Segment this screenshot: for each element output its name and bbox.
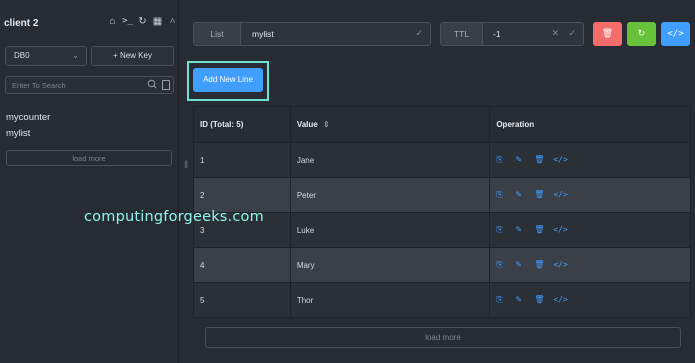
edit-icon[interactable]: ✎ — [515, 225, 525, 235]
row-operations: ⎘ ✎ 🗑 </> — [496, 260, 690, 270]
code-icon[interactable]: </> — [553, 260, 567, 270]
search-icon[interactable] — [147, 79, 157, 89]
key-name-input[interactable]: mylist — [252, 29, 274, 39]
db-select[interactable]: DB0 ⌄ — [5, 46, 87, 66]
delete-icon[interactable]: 🗑 — [534, 225, 544, 235]
search-input[interactable]: Enter To Search — [5, 76, 174, 94]
row-operations: ⎘ ✎ 🗑 </> — [496, 155, 690, 165]
row-operations: ⎘ ✎ 🗑 </> — [496, 295, 690, 305]
row-id: 5 — [193, 282, 291, 318]
code-icon: </> — [667, 29, 684, 39]
row-id: 4 — [193, 247, 291, 283]
table-row: 3 Luke ⎘ ✎ 🗑 </> — [193, 212, 691, 248]
watermark: computingforgeeks.com — [84, 209, 264, 225]
ttl-label: TTL — [441, 23, 483, 45]
row-value: Peter — [289, 177, 491, 213]
exact-match-checkbox[interactable] — [162, 80, 170, 90]
row-value: Luke — [289, 212, 491, 248]
edit-icon[interactable]: ✎ — [515, 190, 525, 200]
confirm-rename-icon[interactable]: ✓ — [415, 28, 423, 39]
chevron-up-icon[interactable]: ˄ — [167, 16, 178, 27]
row-id: 2 — [193, 177, 291, 213]
home-icon[interactable]: ⌂ — [107, 16, 118, 27]
refresh-key-button[interactable]: ↻ — [627, 22, 656, 46]
table-row: 2 Peter ⎘ ✎ 🗑 </> — [193, 177, 691, 213]
key-type-label: List — [194, 23, 241, 45]
confirm-ttl-icon[interactable]: ✓ — [568, 28, 576, 39]
code-icon[interactable]: </> — [553, 190, 567, 200]
delete-icon[interactable]: 🗑 — [534, 190, 544, 200]
edit-icon[interactable]: ✎ — [515, 155, 525, 165]
column-header-id: ID (Total: 5) — [193, 106, 291, 143]
resize-handle[interactable]: ‖ — [184, 160, 188, 176]
trash-icon: 🗑 — [601, 28, 614, 38]
grid-icon[interactable]: ▦ — [152, 16, 163, 27]
delete-icon[interactable]: 🗑 — [534, 155, 544, 165]
copy-icon[interactable]: ⎘ — [496, 190, 506, 200]
column-header-operation: Operation — [489, 106, 691, 143]
add-new-line-highlight: Add New Line — [187, 61, 269, 101]
copy-icon[interactable]: ⎘ — [496, 155, 506, 165]
dump-command-button[interactable]: </> — [661, 22, 690, 46]
delete-icon[interactable]: 🗑 — [534, 260, 544, 270]
sort-icon[interactable]: ⇕ — [323, 120, 330, 129]
connection-name[interactable]: client 2 — [4, 18, 38, 29]
search-placeholder: Enter To Search — [12, 81, 66, 90]
table-row: 1 Jane ⎘ ✎ 🗑 </> — [193, 142, 691, 178]
terminal-icon[interactable]: >_ — [122, 16, 133, 27]
copy-icon[interactable]: ⎘ — [496, 225, 506, 235]
row-value: Thor — [289, 282, 491, 318]
chevron-down-icon: ⌄ — [72, 51, 79, 60]
key-name-field: List mylist ✓ — [193, 22, 431, 46]
sidebar: client 2 ⌂ >_ ↻ ▦ ˄ DB0 ⌄ + New Key Ente… — [0, 0, 179, 363]
table-load-more-button[interactable]: load more — [205, 327, 681, 348]
new-key-button[interactable]: + New Key — [91, 46, 174, 66]
delete-icon[interactable]: 🗑 — [534, 295, 544, 305]
delete-key-button[interactable]: 🗑 — [593, 22, 622, 46]
table-row: 4 Mary ⎘ ✎ 🗑 </> — [193, 247, 691, 283]
connection-toolbar: ⌂ >_ ↻ ▦ ˄ — [107, 16, 178, 27]
key-item-mycounter[interactable]: mycounter — [6, 112, 50, 123]
key-item-mylist[interactable]: mylist — [6, 128, 30, 139]
list-table: ID (Total: 5) Value ⇕ Operation 1 Jane ⎘… — [193, 106, 691, 318]
sidebar-load-more-button[interactable]: load more — [6, 150, 172, 166]
code-icon[interactable]: </> — [553, 155, 567, 165]
refresh-icon: ↻ — [637, 28, 646, 38]
row-operations: ⎘ ✎ 🗑 </> — [496, 225, 690, 235]
clear-ttl-icon[interactable]: ✕ — [551, 28, 559, 39]
column-header-value[interactable]: Value ⇕ — [289, 106, 491, 143]
ttl-field: TTL -1 ✕ ✓ — [440, 22, 584, 46]
ttl-input[interactable]: -1 — [493, 29, 501, 39]
code-icon[interactable]: </> — [553, 295, 567, 305]
edit-icon[interactable]: ✎ — [515, 295, 525, 305]
edit-icon[interactable]: ✎ — [515, 260, 525, 270]
code-icon[interactable]: </> — [553, 225, 567, 235]
table-row: 5 Thor ⎘ ✎ 🗑 </> — [193, 282, 691, 318]
copy-icon[interactable]: ⎘ — [496, 295, 506, 305]
column-header-value-label: Value — [296, 120, 318, 129]
row-value: Jane — [289, 142, 491, 178]
row-id: 1 — [193, 142, 291, 178]
copy-icon[interactable]: ⎘ — [496, 260, 506, 270]
refresh-icon[interactable]: ↻ — [137, 16, 148, 27]
row-value: Mary — [289, 247, 491, 283]
db-select-value: DB0 — [14, 51, 30, 60]
row-operations: ⎘ ✎ 🗑 </> — [496, 190, 690, 200]
add-new-line-button[interactable]: Add New Line — [193, 68, 263, 92]
